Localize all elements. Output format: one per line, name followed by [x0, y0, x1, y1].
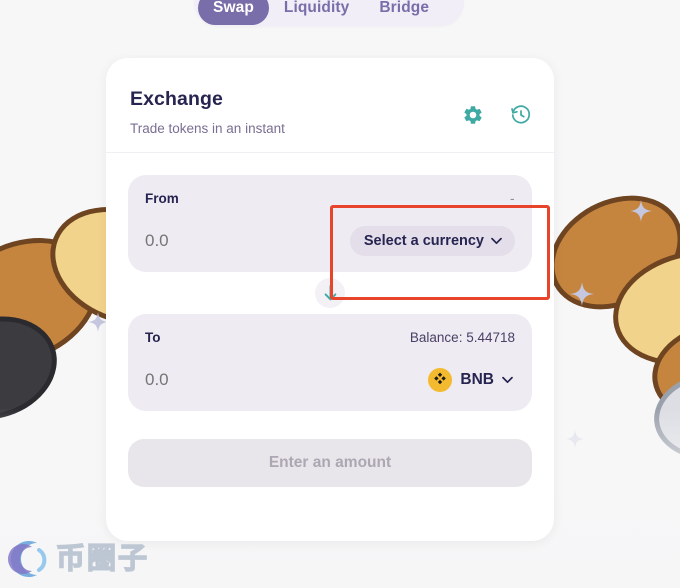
- from-balance: -: [510, 190, 515, 206]
- to-panel: To Balance: 5.44718 0.0 BNB: [128, 314, 532, 411]
- watermark-text: 币圈子: [55, 542, 150, 575]
- select-currency-button[interactable]: Select a currency: [349, 226, 515, 256]
- select-currency-label: Select a currency: [363, 233, 484, 249]
- chevron-down-icon: [491, 237, 502, 245]
- history-clock-icon[interactable]: [510, 104, 532, 126]
- gear-icon[interactable]: [462, 104, 484, 126]
- pancake-shape: [0, 214, 120, 388]
- pancake-shape: [0, 300, 71, 436]
- sparkle-icon: [630, 200, 652, 222]
- sparkle-icon: [566, 430, 584, 448]
- top-tabbar: Swap Liquidity Bridge: [194, 0, 464, 26]
- from-panel-bottom: Select a currency: [145, 225, 515, 257]
- enter-amount-button[interactable]: Enter an amount: [128, 439, 532, 487]
- sparkle-icon: [570, 282, 594, 306]
- to-token-symbol: BNB: [460, 371, 494, 388]
- card-body: From - Select a currency: [106, 153, 554, 487]
- tab-bridge[interactable]: Bridge: [364, 0, 444, 25]
- bnb-token-icon: [428, 368, 453, 392]
- pancake-shape: [600, 234, 680, 382]
- swap-direction-button[interactable]: [315, 278, 345, 308]
- swap-direction-row: [128, 272, 532, 314]
- from-amount-input[interactable]: [145, 231, 315, 251]
- app-root: Swap Liquidity Bridge Exchange Trade tok…: [0, 0, 680, 588]
- exchange-card: Exchange Trade tokens in an instant From…: [106, 58, 554, 541]
- sparkle-icon: [88, 312, 108, 332]
- from-panel: From - Select a currency: [128, 175, 532, 272]
- swirl-circle-logo: [8, 541, 47, 577]
- to-balance: Balance: 5.44718: [409, 329, 515, 345]
- chevron-down-icon: [502, 376, 513, 384]
- to-panel-top: To Balance: 5.44718: [145, 327, 515, 347]
- arrow-down-icon: [324, 285, 336, 301]
- from-panel-top: From -: [145, 188, 515, 208]
- to-amount-input[interactable]: [145, 370, 315, 390]
- tab-liquidity[interactable]: Liquidity: [269, 0, 364, 25]
- pancake-shape: [649, 365, 680, 467]
- card-header: Exchange Trade tokens in an instant: [106, 58, 554, 153]
- header-actions: [462, 104, 532, 126]
- from-label: From: [145, 190, 179, 206]
- to-token-select-button[interactable]: BNB: [426, 366, 515, 394]
- watermark: 币圈子: [6, 536, 149, 582]
- to-panel-bottom: BNB: [145, 364, 515, 396]
- tab-swap[interactable]: Swap: [198, 0, 269, 25]
- pancake-shape: [645, 312, 680, 432]
- to-label: To: [145, 329, 161, 345]
